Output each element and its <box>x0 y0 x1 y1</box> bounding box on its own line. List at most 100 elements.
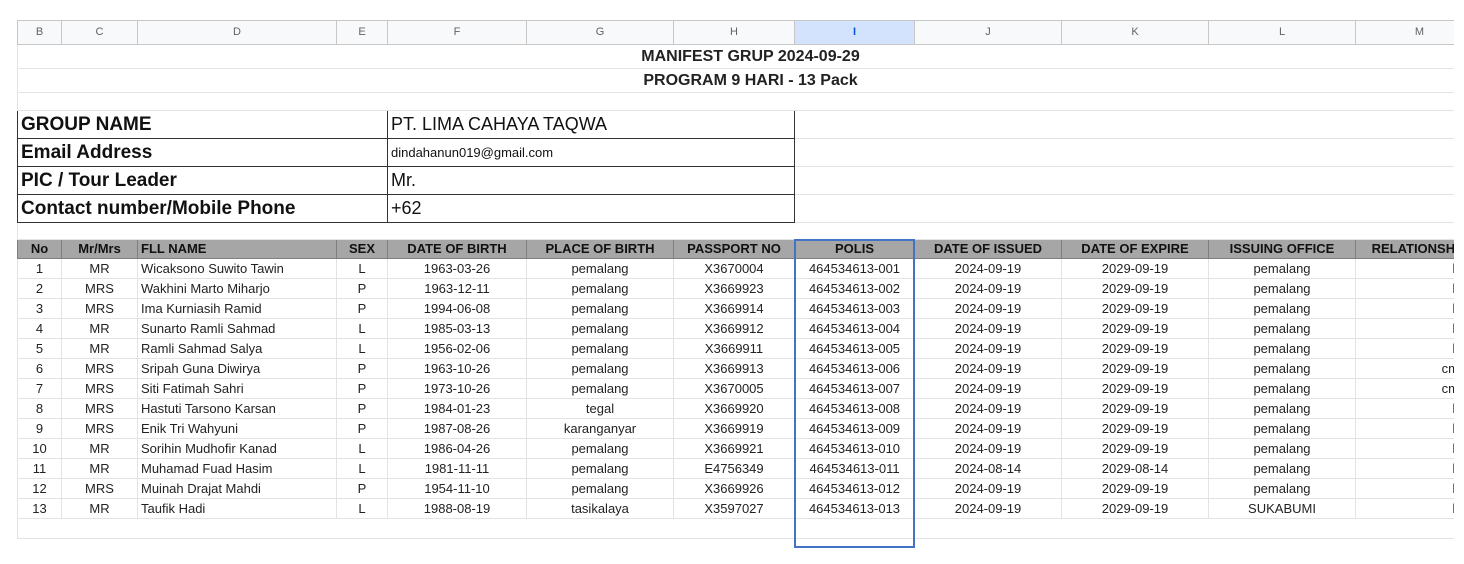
table-cell[interactable]: k <box>1355 298 1454 319</box>
table-cell[interactable]: Ramli Sahmad Salya <box>137 338 337 359</box>
table-cell[interactable]: L <box>336 498 388 519</box>
table-cell[interactable]: 1973-10-26 <box>387 378 527 399</box>
table-cell[interactable]: 1994-06-08 <box>387 298 527 319</box>
table-cell[interactable]: Enik Tri Wahyuni <box>137 418 337 439</box>
table-cell[interactable]: X3669926 <box>673 478 795 499</box>
header-cell[interactable]: DATE OF EXPIRE <box>1061 239 1209 259</box>
table-cell[interactable]: Sunarto Ramli Sahmad <box>137 318 337 339</box>
table-cell[interactable]: 1985-03-13 <box>387 318 527 339</box>
table-cell[interactable]: pemalang <box>526 458 674 479</box>
table-cell[interactable]: 464534613-013 <box>794 498 915 519</box>
table-cell[interactable]: 1988-08-19 <box>387 498 527 519</box>
contact-value[interactable]: +62 <box>387 194 795 223</box>
table-cell[interactable]: pemalang <box>526 278 674 299</box>
pic-value[interactable]: Mr. <box>387 166 795 195</box>
table-cell[interactable]: P <box>336 378 388 399</box>
table-cell[interactable]: P <box>336 418 388 439</box>
header-cell[interactable]: Mr/Mrs <box>61 239 138 259</box>
sheet-grid[interactable]: B C D E F G H I J K L M MANIFEST GRUP 2024-09-29 PROG… <box>17 20 1454 539</box>
column-header-l[interactable]: L <box>1208 20 1356 45</box>
table-cell[interactable]: 11 <box>17 458 62 479</box>
column-header-d[interactable]: D <box>137 20 337 45</box>
table-cell[interactable]: Ima Kurniasih Ramid <box>137 298 337 319</box>
table-cell[interactable]: 12 <box>17 478 62 499</box>
table-cell[interactable]: P <box>336 358 388 379</box>
table-cell[interactable]: k <box>1355 438 1454 459</box>
table-cell[interactable]: MR <box>61 318 138 339</box>
table-cell[interactable]: 5 <box>17 338 62 359</box>
empty-row[interactable] <box>17 222 1454 240</box>
table-cell[interactable]: 2029-08-14 <box>1061 458 1209 479</box>
manifest-title[interactable]: MANIFEST GRUP 2024-09-29 <box>17 44 1454 69</box>
table-cell[interactable]: 2029-09-19 <box>1061 318 1209 339</box>
table-cell[interactable]: 464534613-010 <box>794 438 915 459</box>
table-cell[interactable]: 2 <box>17 278 62 299</box>
table-cell[interactable]: pemalang <box>1208 358 1356 379</box>
table-cell[interactable]: pemalang <box>1208 338 1356 359</box>
table-cell[interactable]: pemalang <box>1208 458 1356 479</box>
table-cell[interactable]: pemalang <box>1208 478 1356 499</box>
table-cell[interactable]: 464534613-012 <box>794 478 915 499</box>
table-cell[interactable]: cm <box>1355 378 1454 399</box>
table-cell[interactable]: karanganyar <box>526 418 674 439</box>
header-cell[interactable]: DATE OF BIRTH <box>387 239 527 259</box>
table-cell[interactable]: 10 <box>17 438 62 459</box>
table-cell[interactable]: MRS <box>61 478 138 499</box>
table-cell[interactable]: pemalang <box>526 258 674 279</box>
table-cell[interactable]: 2029-09-19 <box>1061 418 1209 439</box>
table-cell[interactable]: 1963-03-26 <box>387 258 527 279</box>
table-cell[interactable]: pemalang <box>526 378 674 399</box>
header-cell[interactable]: SEX <box>336 239 388 259</box>
column-header-m[interactable]: M <box>1355 20 1454 45</box>
table-cell[interactable]: pemalang <box>526 318 674 339</box>
table-cell[interactable]: 1981-11-11 <box>387 458 527 479</box>
table-cell[interactable]: X3669921 <box>673 438 795 459</box>
table-cell[interactable]: 9 <box>17 418 62 439</box>
table-cell[interactable]: k <box>1355 398 1454 419</box>
header-cell[interactable]: PASSPORT NO <box>673 239 795 259</box>
header-cell[interactable]: ISSUING OFFICE <box>1208 239 1356 259</box>
table-cell[interactable]: 2024-09-19 <box>914 358 1062 379</box>
table-cell[interactable]: k <box>1355 458 1454 479</box>
table-cell[interactable]: pemalang <box>1208 438 1356 459</box>
table-cell[interactable]: X3669913 <box>673 358 795 379</box>
table-cell[interactable]: 2024-09-19 <box>914 298 1062 319</box>
table-cell[interactable]: 464534613-003 <box>794 298 915 319</box>
table-cell[interactable]: 2029-09-19 <box>1061 278 1209 299</box>
table-cell[interactable]: 1984-01-23 <box>387 398 527 419</box>
contact-label[interactable]: Contact number/Mobile Phone <box>17 194 388 223</box>
table-cell[interactable]: X3669911 <box>673 338 795 359</box>
table-cell[interactable]: MRS <box>61 358 138 379</box>
column-header-k[interactable]: K <box>1061 20 1209 45</box>
table-cell[interactable]: tasikalaya <box>526 498 674 519</box>
table-cell[interactable]: 2024-09-19 <box>914 278 1062 299</box>
column-header-e[interactable]: E <box>336 20 388 45</box>
table-cell[interactable]: 2029-09-19 <box>1061 378 1209 399</box>
table-cell[interactable]: MRS <box>61 398 138 419</box>
table-cell[interactable]: SUKABUMI <box>1208 498 1356 519</box>
table-cell[interactable]: Wakhini Marto Miharjo <box>137 278 337 299</box>
table-cell[interactable]: 13 <box>17 498 62 519</box>
table-cell[interactable]: k <box>1355 338 1454 359</box>
table-cell[interactable]: 2029-09-19 <box>1061 498 1209 519</box>
table-cell[interactable]: 1963-12-11 <box>387 278 527 299</box>
table-cell[interactable]: pemalang <box>526 338 674 359</box>
table-cell[interactable]: X3670004 <box>673 258 795 279</box>
header-cell[interactable]: No <box>17 239 62 259</box>
table-cell[interactable]: X3670005 <box>673 378 795 399</box>
table-cell[interactable]: Muinah Drajat Mahdi <box>137 478 337 499</box>
table-cell[interactable]: MR <box>61 458 138 479</box>
empty-cells[interactable] <box>794 110 1454 139</box>
table-cell[interactable]: P <box>336 478 388 499</box>
table-cell[interactable]: 4 <box>17 318 62 339</box>
table-cell[interactable]: Sorihin Mudhofir Kanad <box>137 438 337 459</box>
table-cell[interactable]: L <box>336 318 388 339</box>
table-cell[interactable]: MRS <box>61 278 138 299</box>
table-cell[interactable]: k <box>1355 498 1454 519</box>
table-cell[interactable]: pemalang <box>1208 258 1356 279</box>
table-cell[interactable]: P <box>336 298 388 319</box>
header-cell[interactable]: RELATIONSHIP <box>1355 239 1454 259</box>
table-cell[interactable]: X3669914 <box>673 298 795 319</box>
table-cell[interactable]: k <box>1355 318 1454 339</box>
table-cell[interactable]: pemalang <box>1208 418 1356 439</box>
